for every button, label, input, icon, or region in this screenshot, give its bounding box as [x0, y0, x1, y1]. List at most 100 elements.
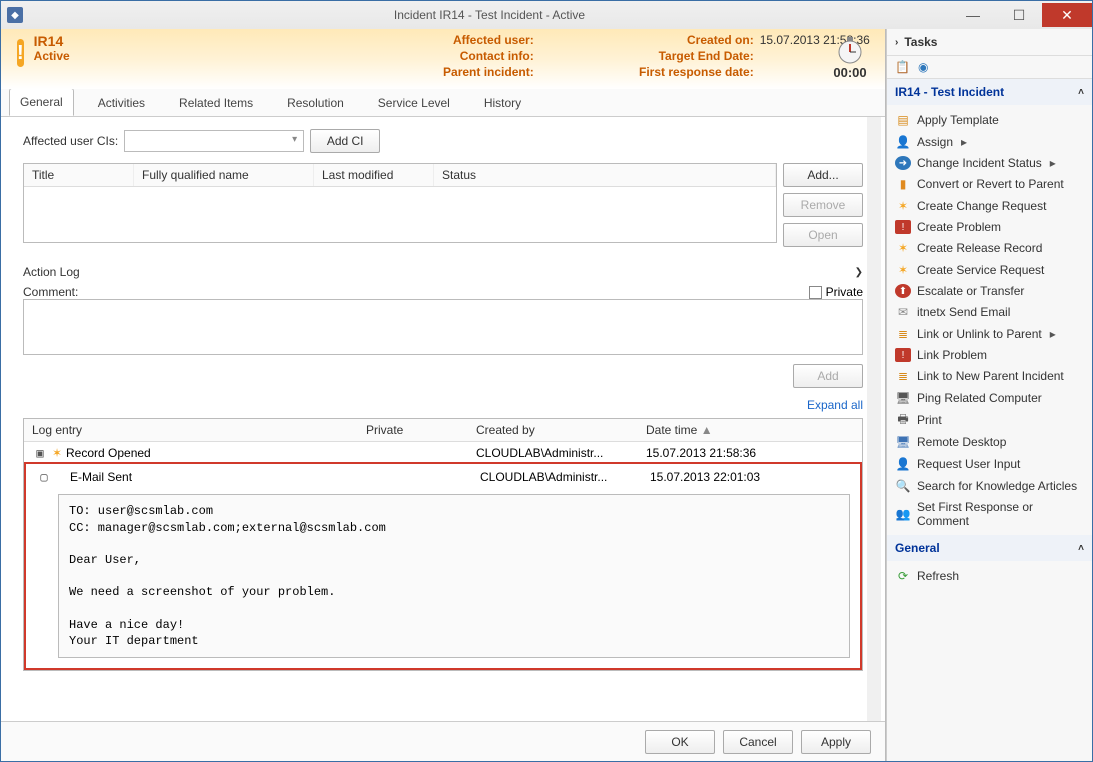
link-problem-icon: !: [895, 348, 911, 362]
log-grid: Log entry Private Created by Date time ▲…: [23, 418, 863, 671]
task-label: Refresh: [917, 569, 959, 583]
apply-template-icon: ▤: [895, 112, 911, 128]
label-parent-incident: Parent incident:: [240, 65, 540, 79]
ping-related-computer-icon: 🖥: [895, 390, 911, 406]
log-row[interactable]: ▣ ✶ Record Opened CLOUDLAB\Administr... …: [24, 442, 862, 464]
task-request-user-input[interactable]: 👤 Request User Input: [887, 453, 1092, 475]
task-group-incident[interactable]: IR14 - Test Incident ˄: [887, 79, 1092, 105]
ci-open-button[interactable]: Open: [783, 223, 863, 247]
task-link-to-new-parent-incident[interactable]: ≣Link to New Parent Incident: [887, 365, 1092, 387]
window-root: ◆ Incident IR14 - Test Incident - Active…: [0, 0, 1093, 762]
dialog-footer: OK Cancel Apply: [1, 721, 885, 761]
log-created-by: CLOUDLAB\Administr...: [476, 446, 646, 460]
log-entry-text: Record Opened: [66, 446, 366, 460]
close-button[interactable]: ✕: [1042, 3, 1092, 27]
ci-col-title: Title: [24, 164, 134, 186]
task-remote-desktop[interactable]: 🖥Remote Desktop: [887, 431, 1092, 453]
banner-grid: Affected user: Created on: 15.07.2013 21…: [100, 33, 930, 79]
apply-button[interactable]: Apply: [801, 730, 871, 754]
log-col-entry[interactable]: Log entry: [24, 419, 358, 441]
ci-add-button[interactable]: Add...: [783, 163, 863, 187]
task-link-problem[interactable]: !Link Problem: [887, 345, 1092, 365]
task-set-first-response-or-comment[interactable]: 👥Set First Response or Comment: [887, 497, 1092, 531]
log-row[interactable]: ▢ E-Mail Sent CLOUDLAB\Administr... 15.0…: [28, 466, 858, 488]
collapse-icon[interactable]: ▢: [36, 470, 52, 484]
minimize-button[interactable]: —: [950, 3, 996, 27]
titlebar: ◆ Incident IR14 - Test Incident - Active…: [1, 1, 1092, 29]
task-create-service-request[interactable]: ✶ Create Service Request: [887, 259, 1092, 281]
tab-strip: General Activities Related Items Resolution…: [1, 89, 885, 117]
add-comment-button[interactable]: Add: [793, 364, 863, 388]
task-label: Link or Unlink to Parent: [917, 327, 1042, 341]
task-search-for-knowledge-articles[interactable]: 🔍Search for Knowledge Articles: [887, 475, 1092, 497]
change-incident-status-icon: ➜: [895, 156, 911, 170]
action-log-collapse-icon[interactable]: ❯: [855, 267, 863, 278]
task-label: Create Change Request: [917, 199, 1046, 213]
email-body: TO: user@scsmlab.com CC: manager@scsmlab…: [58, 494, 850, 658]
tab-history[interactable]: History: [474, 90, 531, 116]
task-assign[interactable]: 👤Assign▸: [887, 131, 1092, 153]
body: ! IR14 Active Affected user: Created on:…: [1, 29, 1092, 761]
chevron-up-icon: ˄: [1078, 543, 1084, 554]
task-escalate-or-transfer[interactable]: ⬆Escalate or Transfer: [887, 281, 1092, 301]
task-ping-related-computer[interactable]: 🖥Ping Related Computer: [887, 387, 1092, 409]
tab-general[interactable]: General: [9, 88, 74, 116]
task-apply-template[interactable]: ▤ Apply Template: [887, 109, 1092, 131]
print-icon: 🖶: [895, 412, 911, 428]
link-or-unlink-to-parent-icon: ≣: [895, 326, 911, 342]
scrollbar[interactable]: [867, 117, 881, 721]
private-checkbox[interactable]: [809, 286, 822, 299]
tab-related-items[interactable]: Related Items: [169, 90, 263, 116]
log-col-private[interactable]: Private: [358, 419, 468, 441]
task-label: Create Service Request: [917, 263, 1044, 277]
affected-cis-combo[interactable]: [124, 130, 304, 152]
incident-id: IR14: [34, 33, 70, 49]
content-area: Affected user CIs: Add CI Title Fully qu…: [1, 117, 885, 721]
request-user-input-icon: 👤: [895, 456, 911, 472]
log-col-datetime[interactable]: Date time ▲: [638, 419, 788, 441]
ci-grid[interactable]: Title Fully qualified name Last modified…: [23, 163, 777, 243]
ok-button[interactable]: OK: [645, 730, 715, 754]
tab-resolution[interactable]: Resolution: [277, 90, 354, 116]
label-created-on: Created on:: [540, 33, 760, 47]
assign-icon: 👤: [895, 134, 911, 150]
task-itnetx-send-email[interactable]: ✉itnetx Send Email: [887, 301, 1092, 323]
task-group-general[interactable]: General ˄: [887, 535, 1092, 561]
task-label: Apply Template: [917, 113, 999, 127]
log-col-createdby[interactable]: Created by: [468, 419, 638, 441]
expand-icon[interactable]: ▣: [32, 446, 48, 460]
maximize-button[interactable]: ☐: [996, 3, 1042, 27]
create-problem-icon: !: [895, 220, 911, 234]
comment-textarea[interactable]: [23, 299, 863, 355]
ci-remove-button[interactable]: Remove: [783, 193, 863, 217]
banner: ! IR14 Active Affected user: Created on:…: [1, 29, 885, 89]
link-to-new-parent-incident-icon: ≣: [895, 368, 911, 384]
expand-all-link[interactable]: Expand all: [807, 398, 863, 412]
task-label: Convert or Revert to Parent: [917, 177, 1064, 191]
create-service-request-icon: ✶: [895, 262, 911, 278]
convert-or-revert-to-parent-icon: ▮: [895, 176, 911, 192]
task-print[interactable]: 🖶Print: [887, 409, 1092, 431]
refresh-icon: ⟳: [895, 568, 911, 584]
cancel-button[interactable]: Cancel: [723, 730, 793, 754]
action-log-title: Action Log: [23, 265, 80, 279]
tab-activities[interactable]: Activities: [88, 90, 155, 116]
tab-service-level[interactable]: Service Level: [368, 90, 460, 116]
chevron-up-icon: ˄: [1078, 87, 1084, 98]
task-label: Change Incident Status: [917, 156, 1042, 170]
incident-status: Active: [34, 49, 70, 63]
add-ci-button[interactable]: Add CI: [310, 129, 380, 153]
task-link-or-unlink-to-parent[interactable]: ≣Link or Unlink to Parent▸: [887, 323, 1092, 345]
task-list: ▤ Apply Template 👤Assign▸ ➜ Change Incident …: [887, 105, 1092, 535]
task-label: Request User Input: [917, 457, 1020, 471]
task-label: Escalate or Transfer: [917, 284, 1024, 298]
create-release-record-icon: ✶: [895, 240, 911, 256]
task-refresh[interactable]: ⟳ Refresh: [887, 565, 1092, 587]
task-create-problem[interactable]: !Create Problem: [887, 217, 1092, 237]
task-change-incident-status[interactable]: ➜Change Incident Status▸: [887, 153, 1092, 173]
private-checkbox-label[interactable]: Private: [809, 285, 863, 299]
task-convert-or-revert-to-parent[interactable]: ▮ Convert or Revert to Parent: [887, 173, 1092, 195]
task-create-release-record[interactable]: ✶Create Release Record: [887, 237, 1092, 259]
task-create-change-request[interactable]: ✶Create Change Request: [887, 195, 1092, 217]
comment-label: Comment:: [23, 285, 78, 299]
